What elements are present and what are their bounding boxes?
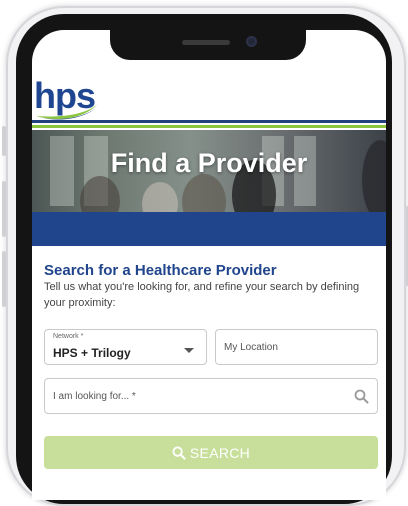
hero-title: Find a Provider (110, 148, 308, 178)
network-label: Network * (53, 333, 84, 340)
looking-for-placeholder: I am looking for... * (53, 391, 136, 402)
phone-volume-up-button (2, 181, 6, 237)
hps-logo[interactable]: hps (34, 74, 104, 120)
chevron-down-icon (184, 348, 194, 353)
phone-notch (110, 30, 306, 60)
search-icon (172, 445, 186, 460)
phone-screen: hps Find a Provider Search for a Healthc… (32, 30, 386, 500)
logo-swoosh-icon (36, 104, 98, 120)
header-divider-blue (32, 120, 386, 123)
front-camera (246, 36, 257, 47)
form-title: Search for a Healthcare Provider (44, 262, 277, 279)
network-select[interactable]: Network * HPS + Trilogy (44, 329, 207, 365)
location-input[interactable]: My Location (215, 329, 378, 365)
form-description: Tell us what you're looking for, and ref… (44, 281, 360, 309)
header-divider-green (32, 125, 386, 128)
phone-side-button (2, 126, 6, 156)
search-button-label: SEARCH (189, 444, 251, 461)
location-placeholder: My Location (224, 342, 278, 353)
hero-banner: Find a Provider (32, 130, 386, 212)
hero-blue-band (32, 212, 386, 246)
search-icon[interactable] (354, 389, 369, 404)
phone-volume-down-button (2, 251, 6, 307)
speaker-grille (182, 40, 230, 45)
looking-for-input[interactable]: I am looking for... * (44, 378, 378, 414)
search-button[interactable]: SEARCH (44, 436, 378, 469)
network-value: HPS + Trilogy (53, 346, 131, 360)
